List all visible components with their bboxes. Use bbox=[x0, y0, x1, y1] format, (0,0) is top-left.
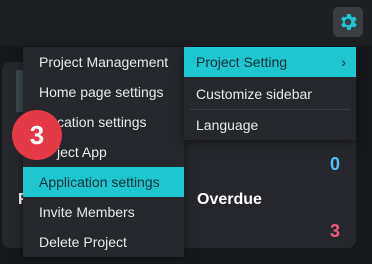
menu-item-project-management[interactable]: Project Management bbox=[23, 47, 184, 77]
settings-button[interactable] bbox=[333, 7, 363, 37]
step-badge: 3 bbox=[12, 110, 62, 160]
menu-item-application-settings[interactable]: Application settings bbox=[23, 167, 184, 197]
menu-item-delete-project[interactable]: Delete Project bbox=[23, 227, 184, 257]
menu-item-invite-members[interactable]: Invite Members bbox=[23, 197, 184, 227]
submenu-item-project-setting[interactable]: Project Setting › bbox=[184, 47, 356, 77]
submenu-item-label: Project Setting bbox=[196, 54, 288, 70]
submenu-item-language[interactable]: Language bbox=[184, 110, 356, 140]
submenu-item-customize-sidebar[interactable]: Customize sidebar bbox=[184, 79, 356, 109]
count-value-zero: 0 bbox=[330, 154, 341, 174]
top-bar bbox=[0, 0, 372, 46]
overdue-label: Overdue bbox=[197, 191, 262, 208]
menu-item-home-page-settings[interactable]: Home page settings bbox=[23, 77, 184, 107]
gear-icon bbox=[341, 14, 357, 30]
overdue-count: 3 bbox=[330, 221, 341, 241]
project-submenu: Project Setting › Customize sidebar Lang… bbox=[184, 47, 356, 140]
chevron-right-icon: › bbox=[341, 54, 346, 70]
